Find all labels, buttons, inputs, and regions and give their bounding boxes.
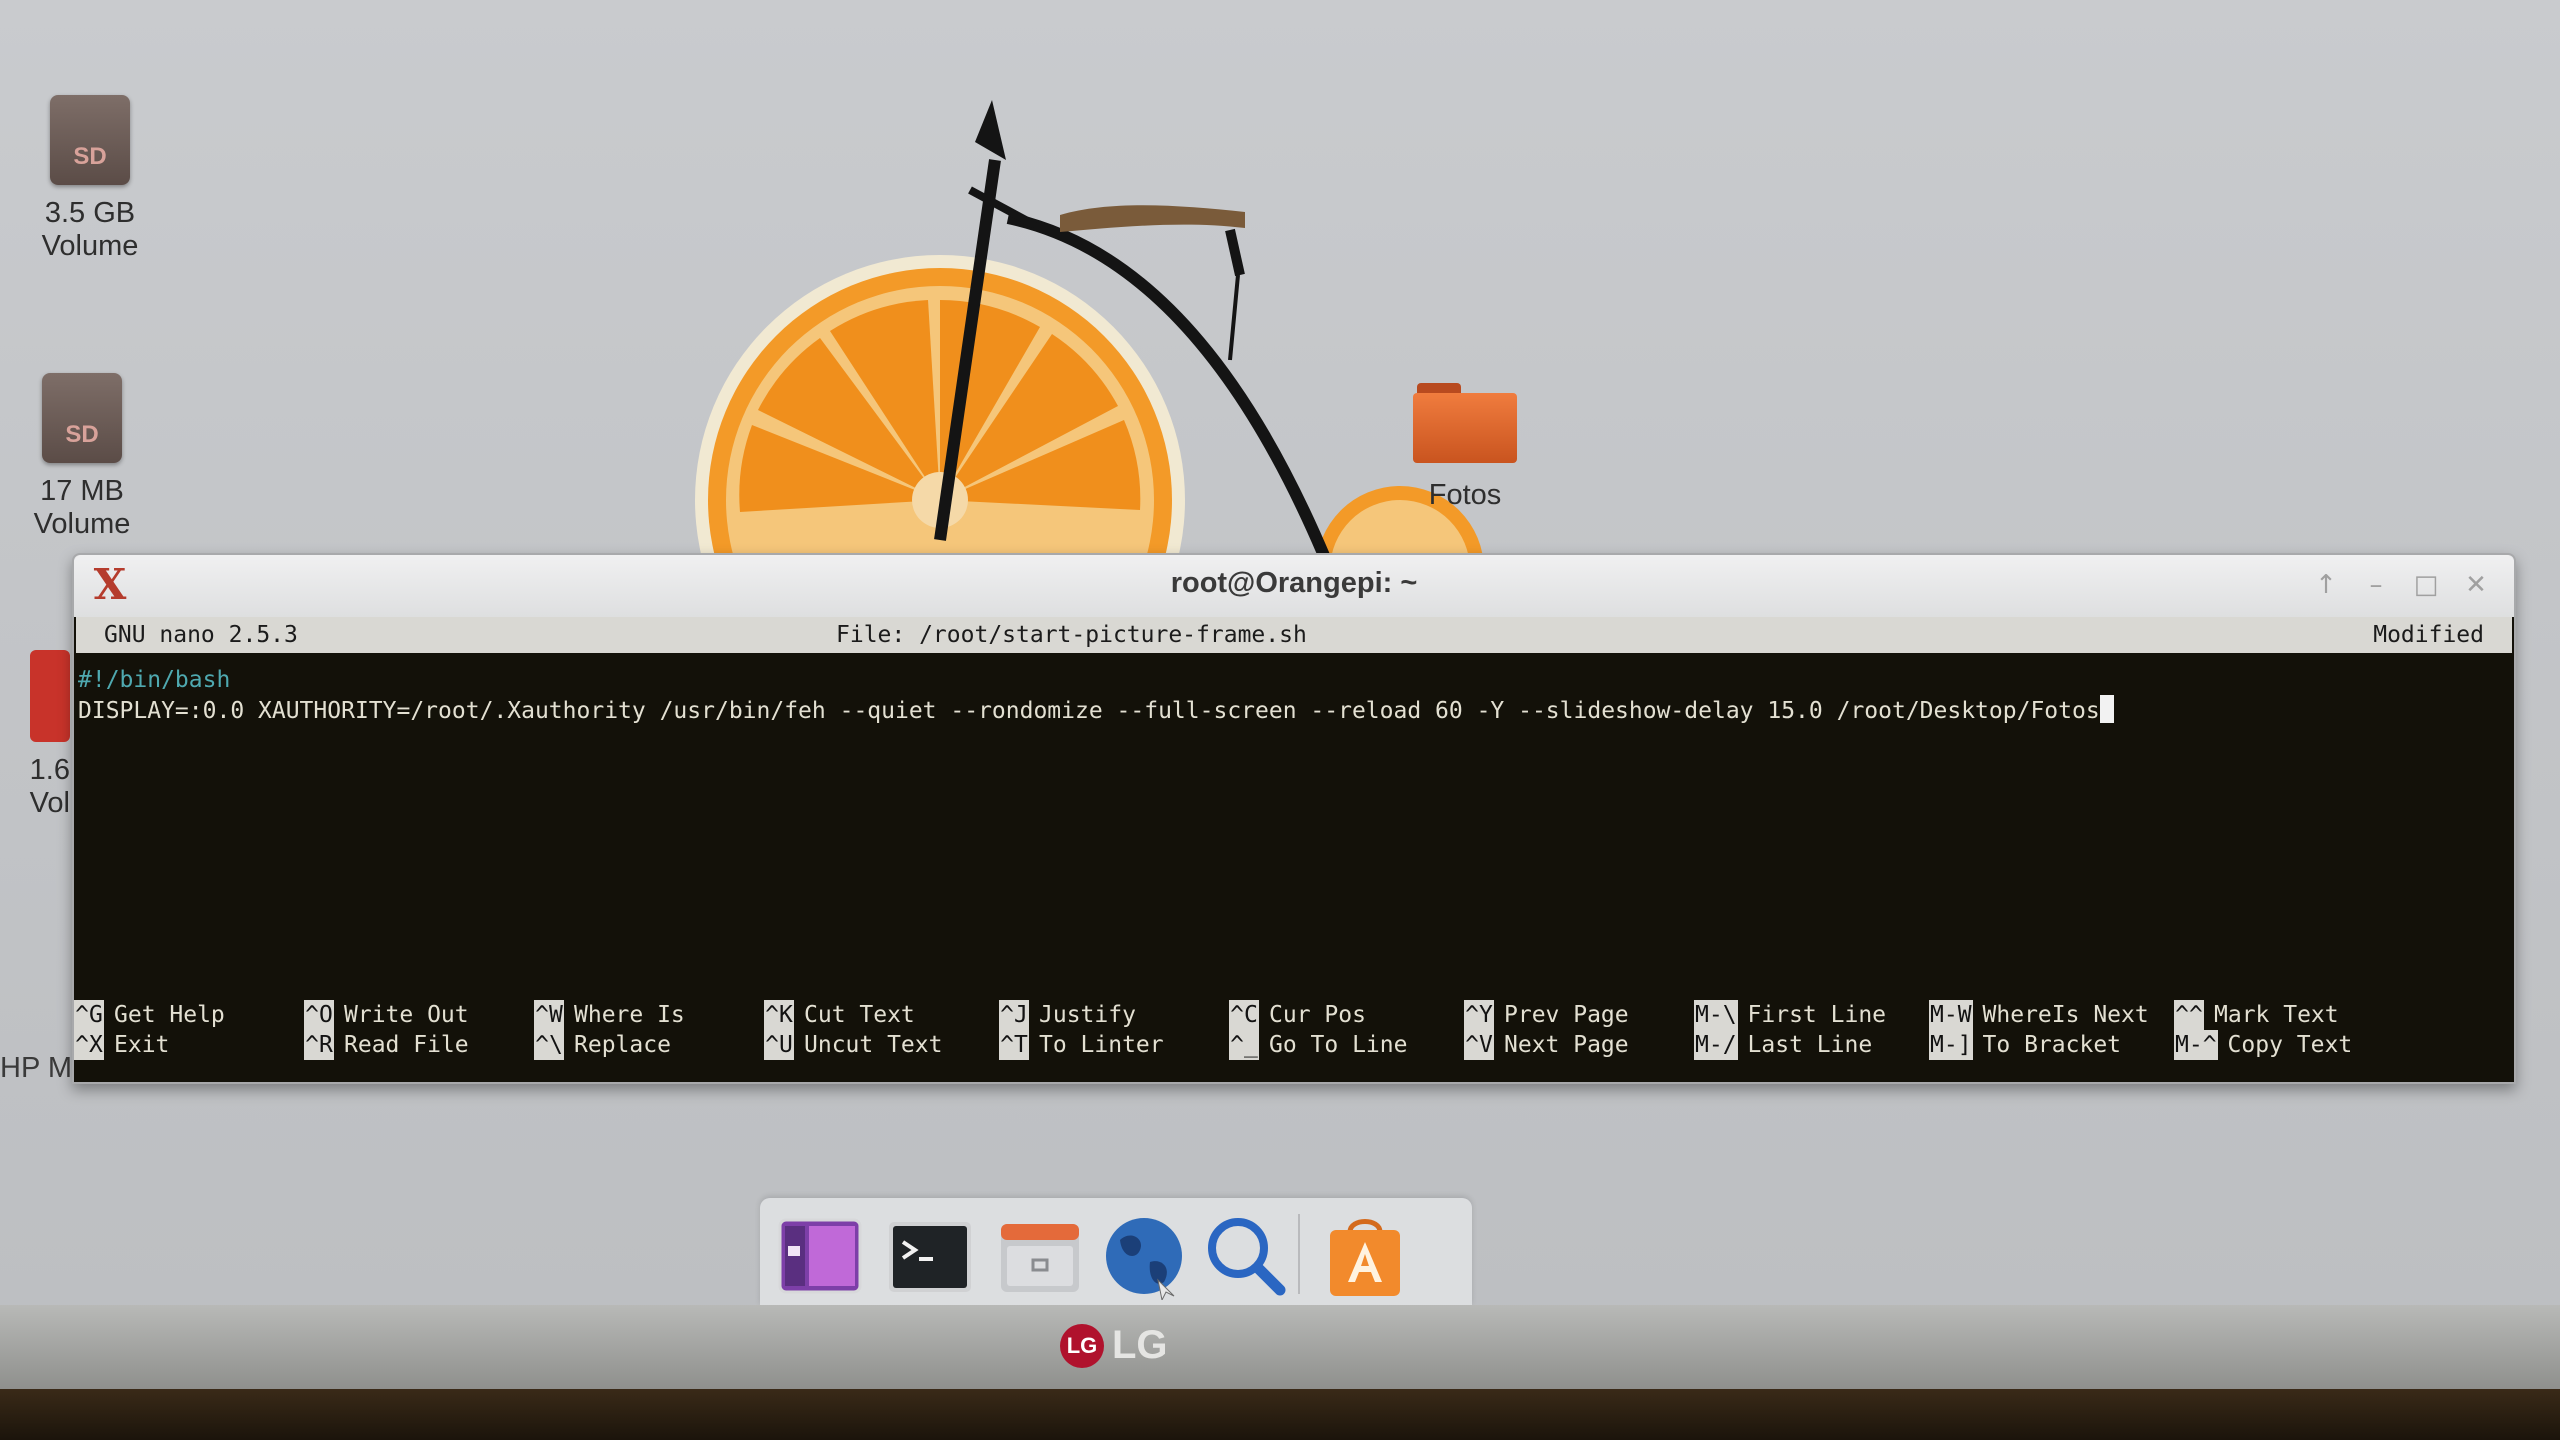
shortcut-label: WhereIs Next bbox=[1982, 1002, 2149, 1028]
desktop-icon-volume-17mb[interactable]: SD 17 MB Volume bbox=[12, 373, 152, 541]
shortcut-where-is[interactable]: ^W Where Is ^\ Replace bbox=[534, 1000, 685, 1060]
code-line-2[interactable]: DISPLAY=:0.0 XAUTHORITY=/root/.Xauthorit… bbox=[78, 695, 2114, 726]
shortcut-get-help[interactable]: ^G Get Help ^X Exit bbox=[74, 1000, 225, 1060]
dock bbox=[760, 1198, 1472, 1305]
shortcut-label: Get Help bbox=[114, 1002, 225, 1028]
shortcut-key: M-] bbox=[1929, 1030, 1973, 1060]
sd-card-icon: SD bbox=[42, 373, 122, 463]
file-manager-icon[interactable] bbox=[995, 1210, 1085, 1300]
window-titlebar[interactable]: X root@Orangepi: ~ ↑ – □ ✕ bbox=[74, 555, 2514, 617]
shortcut-label: Uncut Text bbox=[804, 1032, 943, 1058]
terminal-content[interactable]: GNU nano 2.5.3 File: /root/start-picture… bbox=[74, 617, 2514, 1082]
shortcut-label: Write Out bbox=[344, 1002, 469, 1028]
shortcut-key: ^G bbox=[74, 1000, 104, 1030]
drive-icon bbox=[30, 650, 70, 742]
shortcut-label: Read File bbox=[344, 1032, 469, 1058]
search-icon[interactable] bbox=[1200, 1210, 1290, 1300]
shortcut-label: To Bracket bbox=[1982, 1032, 2122, 1058]
web-browser-icon[interactable] bbox=[1100, 1210, 1190, 1302]
nano-shortcut-bar: ^G Get Help ^X Exit ^O Write Out ^R Read Fil… bbox=[74, 1000, 2514, 1064]
desk-surface bbox=[0, 1389, 2560, 1440]
shortcut-label: Copy Text bbox=[2227, 1032, 2353, 1058]
desktop: SD 3.5 GB Volume SD 17 MB Volume 1.6 Vol… bbox=[0, 0, 2560, 1305]
shortcut-key: ^K bbox=[764, 1000, 794, 1030]
nano-titlebar: GNU nano 2.5.3 File: /root/start-picture… bbox=[76, 617, 2512, 653]
shortcut-label: Replace bbox=[574, 1032, 671, 1058]
workspace-switcher-icon[interactable] bbox=[775, 1210, 865, 1300]
sd-card-icon: SD bbox=[50, 95, 130, 185]
folder-icon bbox=[1413, 383, 1517, 463]
shortcut-label: Cut Text bbox=[804, 1002, 915, 1028]
shortcut-write-out[interactable]: ^O Write Out ^R Read File bbox=[304, 1000, 469, 1060]
shortcut-first-line[interactable]: M-\ First Line M-/ Last Line bbox=[1694, 1000, 1886, 1060]
shortcut-key: ^V bbox=[1464, 1030, 1494, 1060]
shortcut-label: Exit bbox=[114, 1032, 170, 1058]
window-title: root@Orangepi: ~ bbox=[1170, 567, 1418, 599]
desktop-icon-fotos-folder[interactable]: Fotos bbox=[1400, 383, 1530, 512]
shortcut-justify[interactable]: ^J Justify ^T To Linter bbox=[999, 1000, 1164, 1060]
shortcut-mark-text[interactable]: ^^ Mark Text M-^ Copy Text bbox=[2174, 1000, 2352, 1060]
shortcut-label: Go To Line bbox=[1269, 1032, 1408, 1058]
shortcut-label: Justify bbox=[1039, 1002, 1136, 1028]
shortcut-whereis-next[interactable]: M-W WhereIs Next M-] To Bracket bbox=[1929, 1000, 2149, 1060]
shortcut-cur-pos[interactable]: ^C Cur Pos ^_ Go To Line bbox=[1229, 1000, 1407, 1060]
shortcut-key: ^T bbox=[999, 1030, 1029, 1060]
desktop-icon-label: 17 MB Volume bbox=[33, 475, 131, 540]
monitor-brand-text: LG bbox=[1112, 1323, 1168, 1367]
shortcut-key: ^Y bbox=[1464, 1000, 1494, 1030]
shortcut-key: ^\ bbox=[534, 1030, 564, 1060]
shortcut-key: M-/ bbox=[1694, 1030, 1738, 1060]
shortcut-key: M-\ bbox=[1694, 1000, 1738, 1030]
desktop-icon-label: Fotos bbox=[1428, 479, 1502, 511]
shortcut-label: Where Is bbox=[574, 1002, 685, 1028]
app-store-icon[interactable] bbox=[1320, 1210, 1410, 1300]
shortcut-key: ^^ bbox=[2174, 1000, 2204, 1030]
shortcut-key: ^O bbox=[304, 1000, 334, 1030]
nano-version: GNU nano 2.5.3 bbox=[104, 622, 298, 648]
monitor-brand-logo: LG LG bbox=[1060, 1323, 1168, 1368]
lg-logo-icon: LG bbox=[1060, 1323, 1104, 1368]
desktop-icon-label: 1.6 Vol bbox=[29, 754, 70, 819]
up-arrow-icon[interactable]: ↑ bbox=[2308, 567, 2344, 603]
close-icon[interactable]: ✕ bbox=[2458, 567, 2494, 603]
code-line-2-text: DISPLAY=:0.0 XAUTHORITY=/root/.Xauthorit… bbox=[78, 698, 2100, 724]
shortcut-key: M-W bbox=[1929, 1000, 1973, 1030]
desktop-icon-label: 3.5 GB Volume bbox=[41, 197, 139, 262]
shortcut-key: ^X bbox=[74, 1030, 104, 1060]
shortcut-key: ^_ bbox=[1229, 1030, 1259, 1060]
shortcut-label: Next Page bbox=[1504, 1032, 1629, 1058]
shortcut-label: Prev Page bbox=[1504, 1002, 1629, 1028]
shortcut-key: M-^ bbox=[2174, 1030, 2218, 1060]
desktop-icon-volume-3gb[interactable]: SD 3.5 GB Volume bbox=[20, 95, 160, 263]
shortcut-key: ^R bbox=[304, 1030, 334, 1060]
nano-filename: File: /root/start-picture-frame.sh bbox=[836, 622, 1307, 648]
shortcut-label: Mark Text bbox=[2214, 1002, 2339, 1028]
shortcut-key: ^U bbox=[764, 1030, 794, 1060]
maximize-icon[interactable]: □ bbox=[2408, 567, 2444, 603]
shortcut-label: Last Line bbox=[1747, 1032, 1873, 1058]
monitor-bezel: LG LG bbox=[0, 1305, 2560, 1389]
terminal-icon[interactable] bbox=[885, 1210, 975, 1300]
code-line-1[interactable]: #!/bin/bash bbox=[78, 665, 230, 695]
desktop-icon-volume-partial[interactable]: 1.6 Vol bbox=[0, 650, 70, 820]
shortcut-prev-page[interactable]: ^Y Prev Page ^V Next Page bbox=[1464, 1000, 1629, 1060]
shortcut-label: To Linter bbox=[1039, 1032, 1164, 1058]
shortcut-key: ^W bbox=[534, 1000, 564, 1030]
nano-modified-status: Modified bbox=[2373, 622, 2484, 648]
shortcut-label: Cur Pos bbox=[1269, 1002, 1366, 1028]
shortcut-cut-text[interactable]: ^K Cut Text ^U Uncut Text bbox=[764, 1000, 942, 1060]
dock-separator bbox=[1298, 1214, 1300, 1294]
minimize-icon[interactable]: – bbox=[2358, 567, 2394, 603]
shortcut-label: First Line bbox=[1747, 1002, 1887, 1028]
terminal-window[interactable]: X root@Orangepi: ~ ↑ – □ ✕ GNU nano 2.5.… bbox=[72, 553, 2516, 1084]
text-cursor bbox=[2099, 695, 2114, 723]
shortcut-key: ^C bbox=[1229, 1000, 1259, 1030]
shortcut-key: ^J bbox=[999, 1000, 1029, 1030]
